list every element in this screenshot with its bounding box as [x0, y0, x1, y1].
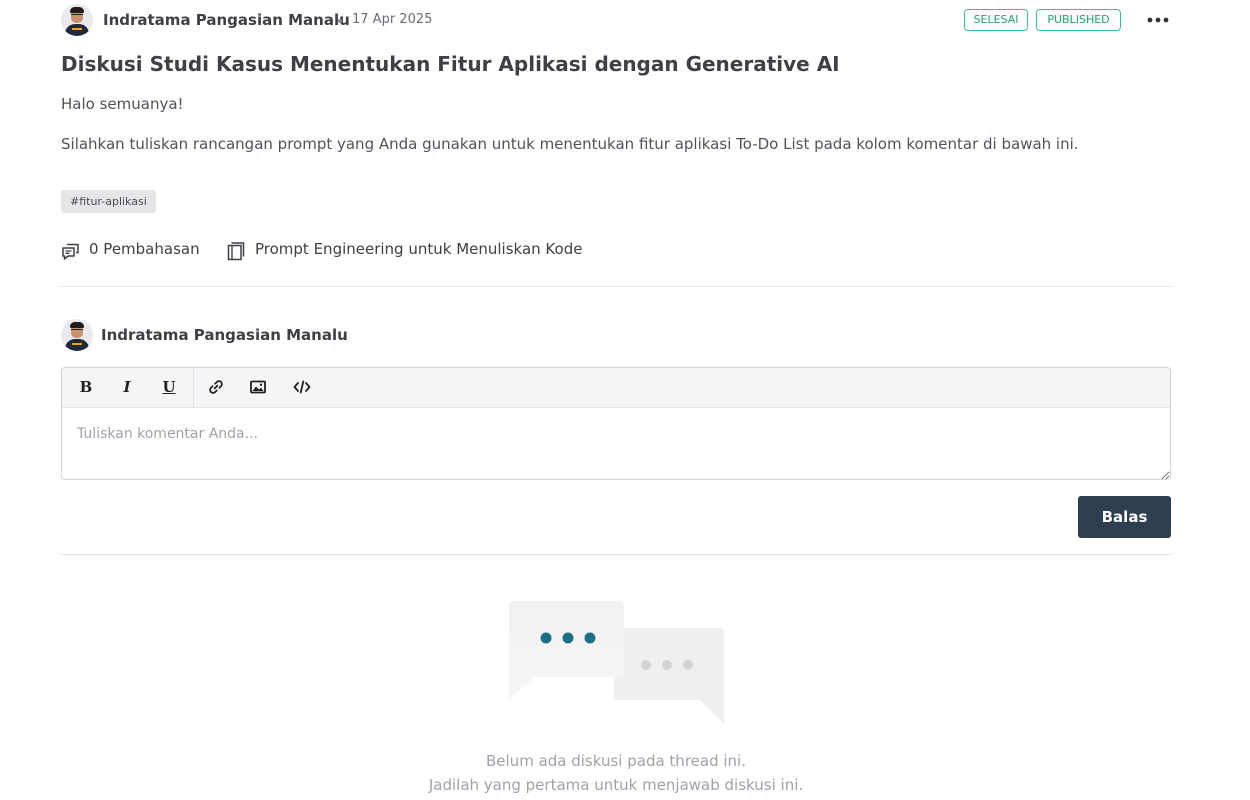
post-paragraph: Silahkan tuliskan rancangan prompt yang … [61, 135, 1079, 153]
code-icon [293, 380, 311, 394]
toolbar-separator [193, 368, 194, 407]
bold-button[interactable]: B [73, 376, 99, 398]
insert-image-button[interactable] [245, 376, 271, 398]
post-date: 17 Apr 2025 [352, 12, 433, 27]
post-title: Diskusi Studi Kasus Menentukan Fitur Apl… [61, 52, 840, 76]
comment-input[interactable] [62, 408, 1170, 479]
image-icon [250, 380, 266, 394]
discussion-count-label: 0 Pembahasan [89, 240, 200, 258]
comment-editor: B I U [61, 367, 1171, 480]
published-badge: PUBLISHED [1036, 9, 1121, 31]
underline-button[interactable]: U [156, 376, 182, 398]
course-name[interactable]: Prompt Engineering untuk Menuliskan Kode [255, 240, 582, 258]
current-user-name: Indratama Pangasian Manalu [101, 326, 348, 344]
author-name[interactable]: Indratama Pangasian Manalu [103, 11, 350, 29]
status-badge: SELESAI [964, 9, 1028, 31]
current-user-avatar [61, 319, 93, 351]
tag-chip[interactable]: #fitur-aplikasi [61, 190, 156, 213]
insert-code-button[interactable] [289, 376, 315, 398]
more-horizontal-icon [1147, 17, 1169, 23]
divider [61, 554, 1171, 555]
reply-submit-button[interactable]: Balas [1078, 496, 1171, 538]
comments-icon [62, 243, 79, 260]
more-options-button[interactable] [1145, 8, 1171, 32]
reply-author: Indratama Pangasian Manalu [61, 319, 461, 351]
editor-toolbar: B I U [62, 368, 1170, 408]
post-header: Indratama Pangasian Manalu 17 Apr 2025 S… [61, 4, 1171, 36]
author-avatar[interactable] [61, 4, 93, 36]
post-paragraph: Halo semuanya! [61, 95, 184, 113]
italic-button[interactable]: I [114, 376, 140, 398]
insert-link-button[interactable] [203, 376, 229, 398]
link-icon [209, 380, 223, 394]
empty-chat-illustration [509, 601, 724, 724]
empty-state-hint: Jadilah yang pertama untuk menjawab disk… [428, 776, 804, 794]
divider [61, 286, 1171, 287]
separator-dot [338, 19, 342, 23]
book-icon [227, 242, 245, 261]
empty-state-message: Belum ada diskusi pada thread ini. [486, 752, 746, 770]
